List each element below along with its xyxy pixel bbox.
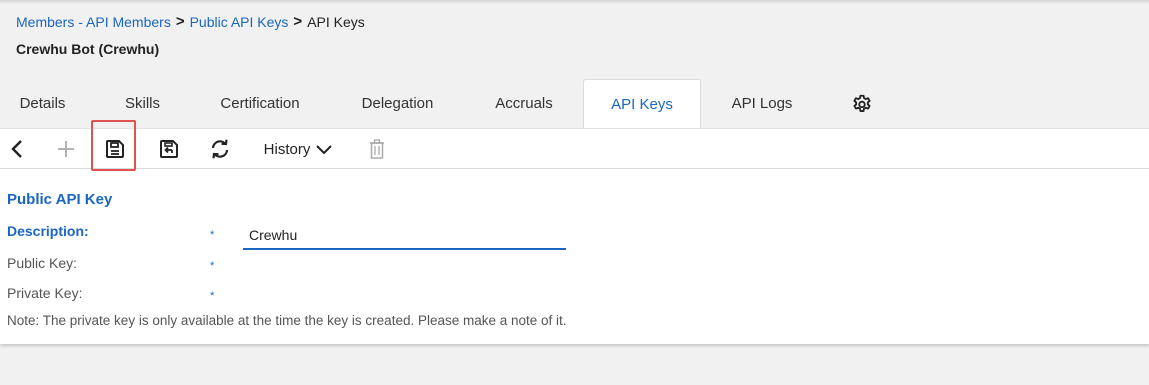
breadcrumb-link-public-api-keys[interactable]: Public API Keys	[190, 14, 289, 30]
content-panel: History Public API Key Description: * Pu…	[0, 120, 1149, 344]
save-icon	[106, 140, 124, 158]
save-and-close-icon	[160, 140, 178, 158]
save-and-close-button[interactable]	[157, 135, 181, 163]
tab-delegation[interactable]: Delegation	[345, 79, 450, 128]
back-button[interactable]	[6, 135, 28, 163]
gear-icon[interactable]	[851, 93, 873, 115]
chevron-down-icon	[316, 145, 333, 155]
record-title: Crewhu Bot (Crewhu)	[16, 41, 160, 57]
private-key-note: Note: The private key is only available …	[7, 313, 567, 328]
section-title: Public API Key	[7, 191, 113, 208]
tab-certification[interactable]: Certification	[200, 79, 320, 128]
refresh-icon	[211, 139, 229, 159]
add-icon	[58, 141, 74, 157]
tab-api-keys[interactable]: API Keys	[583, 79, 701, 129]
breadcrumb-separator: >	[175, 13, 185, 30]
private-key-label: Private Key:	[7, 285, 83, 301]
breadcrumb-current: API Keys	[307, 13, 365, 30]
description-label: Description:	[7, 223, 89, 239]
refresh-button[interactable]	[207, 135, 233, 163]
tab-skills[interactable]: Skills	[105, 79, 180, 128]
delete-button[interactable]	[366, 135, 388, 163]
tab-details[interactable]: Details	[5, 79, 80, 128]
top-shadow	[0, 0, 1149, 4]
breadcrumb-separator: >	[293, 13, 303, 30]
breadcrumb-link-members[interactable]: Members - API Members	[16, 14, 171, 30]
history-label: History	[263, 140, 311, 158]
required-indicator: *	[210, 260, 215, 272]
required-indicator: *	[210, 290, 215, 302]
toolbar: History	[0, 120, 1149, 171]
save-button[interactable]	[103, 135, 127, 163]
breadcrumb: Members - API Members > Public API Keys …	[16, 13, 365, 30]
tab-bar: Details Skills Certification Delegation …	[0, 79, 1149, 129]
add-button[interactable]	[55, 135, 77, 163]
back-arrow-icon	[11, 140, 22, 158]
history-dropdown[interactable]: History	[258, 135, 338, 163]
required-indicator: *	[210, 229, 215, 241]
trash-icon	[370, 139, 384, 159]
description-field[interactable]	[243, 222, 566, 250]
tab-api-logs[interactable]: API Logs	[713, 79, 811, 128]
tab-accruals[interactable]: Accruals	[478, 79, 570, 128]
public-key-label: Public Key:	[7, 255, 78, 271]
